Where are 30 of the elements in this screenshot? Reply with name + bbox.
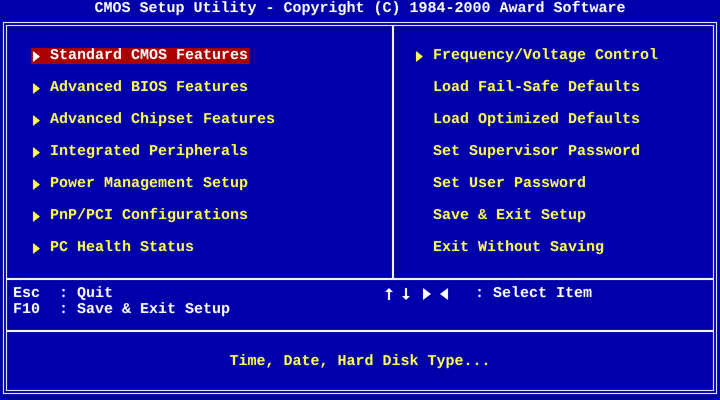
menu-item[interactable]: Save & Exit Setup — [414, 208, 588, 224]
submenu-arrow-icon — [33, 242, 40, 254]
menu-item[interactable]: Integrated Peripherals — [31, 144, 250, 160]
submenu-arrow-icon — [33, 146, 40, 158]
menu-item[interactable]: PnP/PCI Configurations — [31, 208, 250, 224]
window-title: CMOS Setup Utility - Copyright (C) 1984-2000 Award Software — [94, 0, 626, 17]
menu-item[interactable]: PC Health Status — [31, 240, 196, 256]
menu-item[interactable]: Exit Without Saving — [414, 240, 606, 256]
menu-item[interactable]: Load Optimized Defaults — [414, 112, 642, 128]
menu-item[interactable]: Set User Password — [414, 176, 588, 192]
key-description: : Select Item — [475, 286, 592, 302]
submenu-arrow-icon — [33, 114, 40, 126]
menu-item[interactable]: Standard CMOS Features — [31, 48, 250, 64]
submenu-arrow-icon — [33, 50, 40, 62]
submenu-arrow-icon — [33, 210, 40, 222]
arrow-keys-icon — [385, 288, 448, 300]
menu-item[interactable]: Advanced BIOS Features — [31, 80, 250, 96]
key-name: F10 — [13, 302, 42, 318]
help-text: Time, Date, Hard Disk Type... — [229, 354, 491, 370]
menu-item[interactable]: Power Management Setup — [31, 176, 250, 192]
key-description: : Quit — [59, 286, 114, 302]
menu-item[interactable]: Frequency/Voltage Control — [414, 48, 660, 64]
submenu-arrow-icon — [33, 178, 40, 190]
menu-item[interactable]: Advanced Chipset Features — [31, 112, 278, 128]
submenu-arrow-icon — [33, 82, 40, 94]
menu-item[interactable]: Set Supervisor Password — [414, 144, 642, 160]
key-description: : Save & Exit Setup — [59, 302, 230, 318]
menu-item[interactable]: Load Fail-Safe Defaults — [414, 80, 642, 96]
key-name: Esc — [13, 286, 42, 302]
submenu-arrow-icon — [416, 50, 423, 62]
